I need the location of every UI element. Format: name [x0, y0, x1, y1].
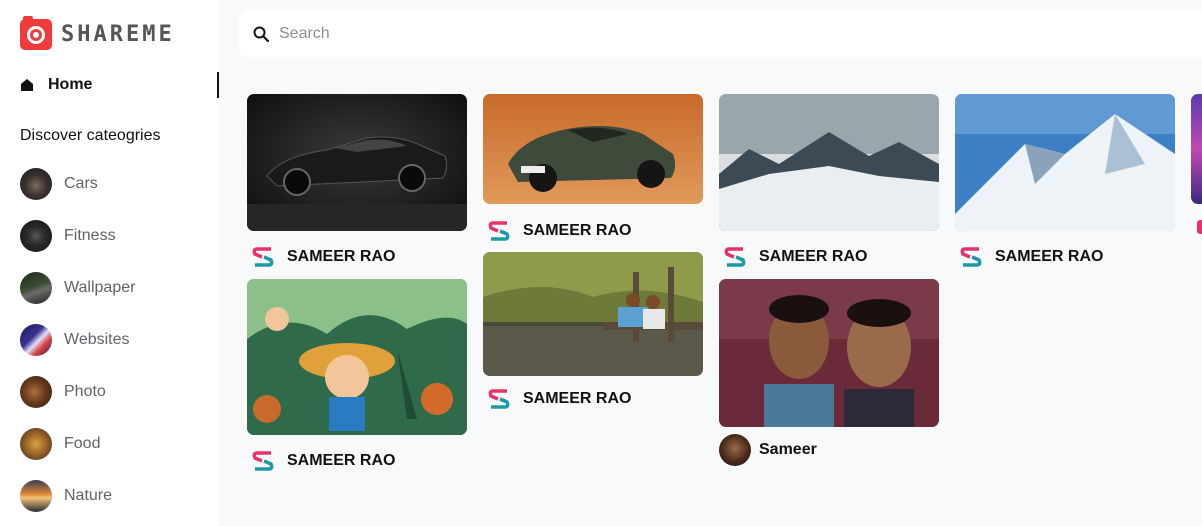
search-icon [253, 26, 269, 42]
lake-photo [483, 252, 703, 376]
author-name: SAMEER RAO [523, 222, 632, 239]
category-avatar [20, 168, 52, 200]
pin-author[interactable]: SAMEER RAO [247, 445, 395, 477]
sidebar-item-fitness[interactable]: Fitness [20, 220, 116, 252]
mountains-photo [719, 94, 939, 231]
camera-icon [20, 15, 52, 50]
author-avatar [483, 215, 515, 247]
snow-peak-photo [955, 94, 1175, 231]
sidebar-item-home[interactable]: Home [20, 72, 219, 98]
home-icon [21, 79, 33, 91]
search-bar [239, 10, 1202, 57]
sidebar-item-label: Photo [64, 383, 106, 400]
sidebar-item-label: Nature [64, 487, 113, 504]
author-name: SAMEER RAO [287, 452, 396, 469]
s-logo-icon [960, 247, 982, 267]
selfie-photo [719, 279, 939, 427]
pin-image[interactable] [955, 94, 1175, 231]
s-logo-icon [252, 247, 274, 267]
author-avatar [719, 241, 751, 273]
pin-image[interactable] [247, 279, 467, 435]
category-avatar [20, 220, 52, 252]
pin-author[interactable]: SAMEER RAO [247, 241, 395, 273]
sidebar-item-label: Cars [64, 175, 98, 192]
search-input[interactable] [279, 22, 879, 46]
category-avatar [20, 376, 52, 408]
pin-author[interactable]: SAMEER RAO [483, 215, 631, 247]
category-avatar [20, 324, 52, 356]
s-logo-icon [252, 451, 274, 471]
pin-author[interactable]: SAMEER RAO [719, 241, 867, 273]
s-logo-icon [1197, 220, 1202, 234]
pin-author[interactable]: SAMEER RAO [483, 383, 631, 415]
sidebar-item-label: Fitness [64, 227, 116, 244]
logo-text: SHAREME [61, 21, 175, 47]
sidebar-item-photo[interactable]: Photo [20, 376, 106, 408]
author-avatar [247, 445, 279, 477]
category-avatar [20, 272, 52, 304]
s-logo-icon [488, 221, 510, 241]
s-logo-icon [724, 247, 746, 267]
author-avatar [247, 241, 279, 273]
sidebar-item-cars[interactable]: Cars [20, 168, 98, 200]
author-name: SAMEER RAO [759, 248, 868, 265]
discover-categories-heading: Discover cateogries [20, 127, 161, 144]
s-logo-icon [488, 389, 510, 409]
pin-image[interactable] [247, 94, 467, 231]
author-name: SAMEER RAO [287, 248, 396, 265]
author-avatar [483, 383, 515, 415]
sidebar-item-food[interactable]: Food [20, 428, 100, 460]
app-logo[interactable]: SHAREME [20, 15, 175, 50]
active-indicator [217, 72, 219, 98]
sidebar-item-wallpaper[interactable]: Wallpaper [20, 272, 135, 304]
pin-image[interactable] [719, 279, 939, 427]
author-name: Sameer [759, 441, 817, 458]
sidebar-item-label: Websites [64, 331, 130, 348]
sidebar: SHAREME Home Discover cateogries Cars Fi… [0, 0, 219, 526]
pin-image[interactable] [1191, 94, 1202, 204]
car-photo [247, 94, 467, 231]
pin-card [1191, 94, 1202, 254]
sidebar-item-label: Food [64, 435, 101, 452]
porsche-photo [483, 94, 703, 204]
sidebar-item-label: Wallpaper [64, 279, 136, 296]
anime-photo [247, 279, 467, 435]
category-avatar [20, 480, 52, 512]
sidebar-item-nature[interactable]: Nature [20, 480, 112, 512]
pin-image[interactable] [483, 94, 703, 204]
sidebar-item-websites[interactable]: Websites [20, 324, 130, 356]
author-avatar [719, 434, 751, 466]
category-avatar [20, 428, 52, 460]
sidebar-item-label: Home [48, 76, 93, 93]
author-avatar [955, 241, 987, 273]
pin-author[interactable]: SAMEER RAO [955, 241, 1103, 273]
author-name: SAMEER RAO [523, 390, 632, 407]
pin-author[interactable]: Sameer [719, 434, 817, 466]
author-name: SAMEER RAO [995, 248, 1104, 265]
pin-image[interactable] [719, 94, 939, 231]
pin-image[interactable] [483, 252, 703, 376]
